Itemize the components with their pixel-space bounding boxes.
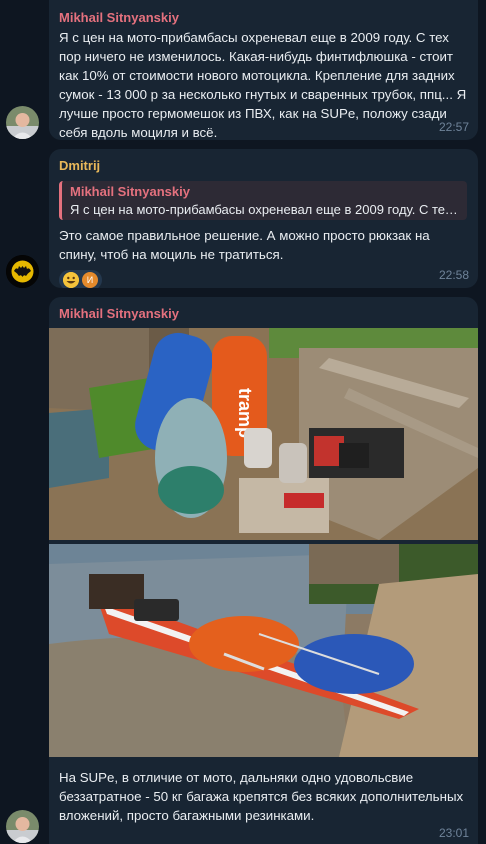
reply-author: Mikhail Sitnyanskiy [70,184,190,199]
message-time: 22:58 [438,268,469,282]
message-author[interactable]: Mikhail Sitnyanskiy [59,306,467,321]
message-time: 23:01 [438,826,469,840]
grinning-face-icon [63,272,79,288]
message-text: Я с цен на мото-прибамбасы охреневал еще… [59,30,467,140]
avatar-mikhail[interactable] [6,810,39,843]
avatar-batman-icon [6,255,39,288]
reaction-chip[interactable]: И [59,270,102,288]
photo-2[interactable] [49,544,478,757]
message-text: На SUPe, в отличие от мото, дальняки одн… [59,770,464,823]
reactions-bar: И [59,270,467,288]
avatar-photo-icon [6,106,39,139]
reply-text: Я с цен на мото-прибамбасы охреневал еще… [70,202,459,217]
avatar-dmitrij[interactable] [6,255,39,288]
avatar-mikhail[interactable] [6,106,39,139]
message-text: Это самое правильное решение. А можно пр… [59,228,430,262]
photo-sup-board-icon [49,544,478,757]
message-author[interactable]: Dmitrij [59,158,467,173]
reply-preview[interactable]: Mikhail Sitnyanskiy Я с цен на мото-приб… [59,181,467,220]
message-bubble-2[interactable]: Dmitrij Mikhail Sitnyanskiy Я с цен на м… [49,149,478,288]
message-author[interactable]: Mikhail Sitnyanskiy [59,10,467,25]
message-bubble-1[interactable]: Mikhail Sitnyanskiy Я с цен на мото-приб… [49,0,478,140]
avatar-photo-icon [6,810,39,843]
reaction-user-avatar: И [82,272,98,288]
message-time: 22:57 [438,120,469,134]
photo-dry-bags-icon: tramp [49,328,478,540]
message-bubble-3[interactable]: Mikhail Sitnyanskiy tramp На SUPe, в отл… [49,297,478,844]
photo-1[interactable]: tramp [49,328,478,540]
